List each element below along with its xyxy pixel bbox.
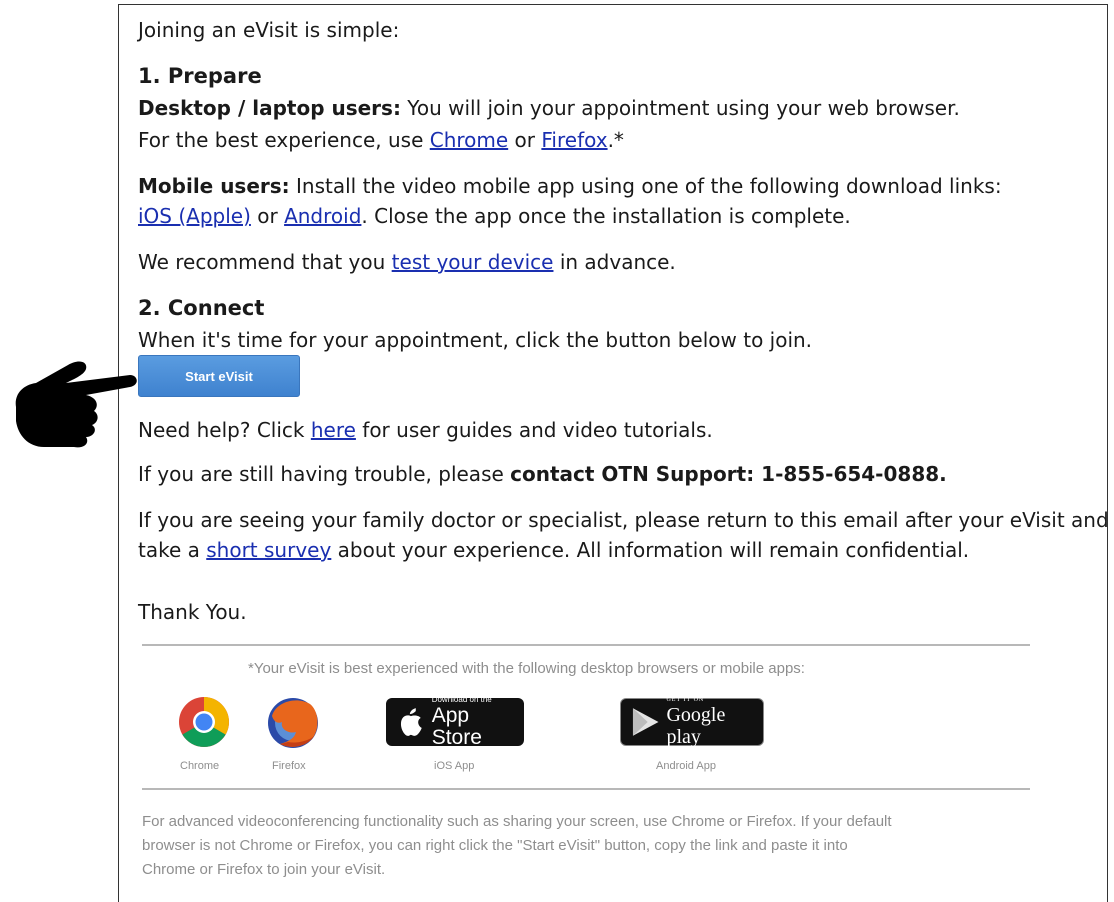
browser-recommendation: For the best experience, use Chrome or F… xyxy=(138,128,624,152)
connect-heading: 2. Connect xyxy=(138,296,265,320)
help-line: Need help? Click here for user guides an… xyxy=(138,418,713,442)
thank-you: Thank You. xyxy=(138,600,247,624)
survey-pre: take a xyxy=(138,538,207,562)
best-post: .* xyxy=(607,128,624,152)
firefox-caption: Firefox xyxy=(272,760,306,772)
android-link[interactable]: Android xyxy=(284,204,361,228)
survey-post: about your experience. All information w… xyxy=(331,538,970,562)
pointing-hand-icon xyxy=(15,361,137,448)
desktop-label: Desktop / laptop users: xyxy=(138,96,401,120)
survey-line-2: take a short survey about your experienc… xyxy=(138,538,969,562)
recommend-line: We recommend that you test your device i… xyxy=(138,250,676,274)
recommend-post: in advance. xyxy=(553,250,676,274)
footer-text: For advanced videoconferencing functiona… xyxy=(142,810,1032,882)
android-caption: Android App xyxy=(656,760,716,772)
desktop-instructions: Desktop / laptop users: You will join yo… xyxy=(138,96,960,120)
divider-top xyxy=(142,644,1030,646)
google-play-badge[interactable]: GET IT ON Google play xyxy=(620,697,764,748)
mobile-instructions: Mobile users: Install the video mobile a… xyxy=(138,174,1002,198)
firefox-icon[interactable] xyxy=(266,696,320,750)
recommend-pre: We recommend that you xyxy=(138,250,392,274)
chrome-caption: Chrome xyxy=(180,760,220,772)
short-survey-link[interactable]: short survey xyxy=(206,538,331,562)
support-contact: contact OTN Support: 1-855-654-0888. xyxy=(510,462,947,486)
chrome-icon[interactable] xyxy=(178,696,230,748)
ios-caption: iOS App xyxy=(434,760,475,772)
mobile-label: Mobile users: xyxy=(138,174,290,198)
footer-line-1: For advanced videoconferencing functiona… xyxy=(142,813,892,830)
mobile-post: . Close the app once the installation is… xyxy=(361,204,851,228)
or-text-2: or xyxy=(250,204,285,228)
divider-bottom xyxy=(142,788,1030,790)
survey-line-1: If you are seeing your family doctor or … xyxy=(138,508,1109,532)
mobile-links: iOS (Apple) or Android. Close the app on… xyxy=(138,204,851,228)
trouble-line: If you are still having trouble, please … xyxy=(138,462,947,486)
best-pre: For the best experience, use xyxy=(138,128,430,152)
app-store-badge[interactable]: Download on the App Store xyxy=(386,695,524,749)
footer-line-2: browser is not Chrome or Firefox, you ca… xyxy=(142,837,848,854)
connect-text: When it's time for your appointment, cli… xyxy=(138,328,813,352)
trouble-pre: If you are still having trouble, please xyxy=(138,462,511,486)
apple-icon xyxy=(400,708,422,736)
desktop-text: You will join your appointment using you… xyxy=(400,96,960,120)
or-text: or xyxy=(508,128,542,152)
start-evisit-button[interactable]: Start eVisit xyxy=(138,355,300,397)
google-play-icon xyxy=(632,708,659,736)
gplay-big-text: Google play xyxy=(666,704,726,748)
mobile-text: Install the video mobile app using one o… xyxy=(289,174,1002,198)
chrome-link[interactable]: Chrome xyxy=(430,128,508,152)
prepare-heading: 1. Prepare xyxy=(138,64,262,88)
test-device-link[interactable]: test your device xyxy=(392,250,554,274)
footer-line-3: Chrome or Firefox to join your eVisit. xyxy=(142,861,386,878)
help-here-link[interactable]: here xyxy=(311,418,356,442)
intro-text: Joining an eVisit is simple: xyxy=(138,18,400,42)
gplay-small-text: GET IT ON xyxy=(666,697,705,703)
firefox-link[interactable]: Firefox xyxy=(541,128,607,152)
browsers-note: *Your eVisit is best experienced with th… xyxy=(248,660,805,677)
appstore-big-text: App Store xyxy=(431,704,482,749)
ios-link[interactable]: iOS (Apple) xyxy=(138,204,251,228)
help-pre: Need help? Click xyxy=(138,418,311,442)
help-post: for user guides and video tutorials. xyxy=(355,418,713,442)
